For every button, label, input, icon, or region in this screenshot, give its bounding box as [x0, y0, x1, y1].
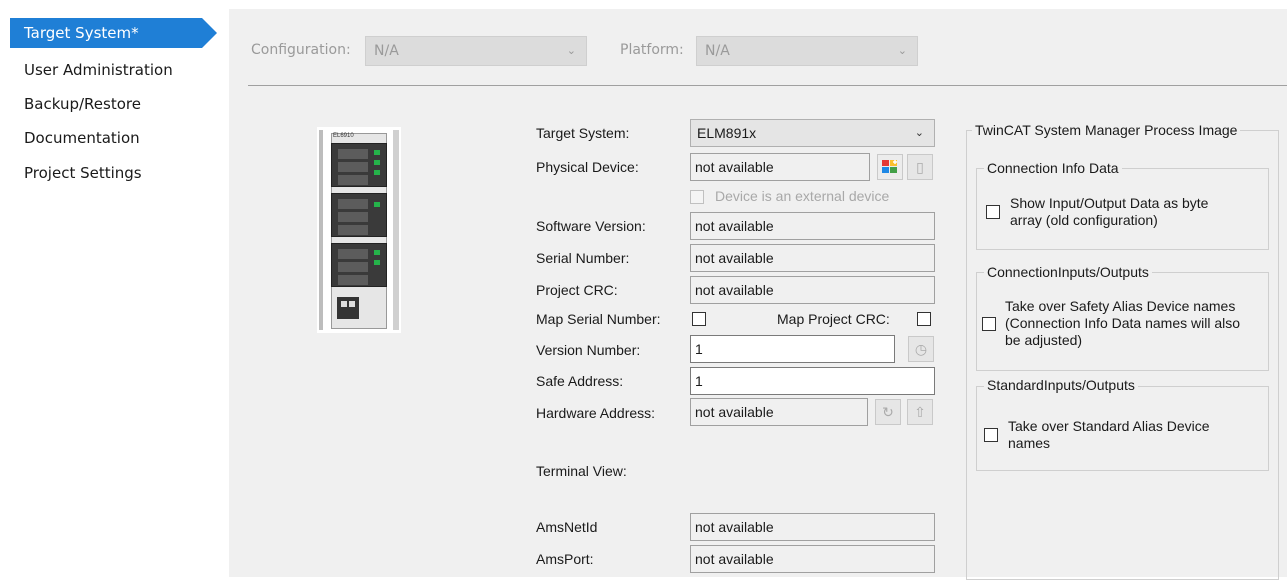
sidebar-item-label: Target System* [24, 24, 139, 42]
connector-slot [338, 149, 368, 159]
physical-device-field[interactable]: not available [690, 153, 870, 181]
sidebar-item-target-system[interactable]: Target System* [10, 18, 202, 48]
project-crc-label: Project CRC: [536, 282, 618, 298]
target-system-value: ELM891x [697, 125, 757, 141]
configuration-label: Configuration: [251, 42, 351, 58]
connector-slot [338, 162, 368, 172]
sidebar-item-documentation[interactable]: Documentation [10, 123, 140, 153]
project-crc-field[interactable]: not available [690, 276, 935, 304]
amsport-field[interactable]: not available [690, 545, 935, 573]
standard-alias-label-line1: Take over Standard Alias Device [1008, 418, 1210, 434]
sidebar-item-user-administration[interactable]: User Administration [10, 55, 173, 85]
terminal-view-label: Terminal View: [536, 463, 627, 479]
connection-io-title: ConnectionInputs/Outputs [984, 264, 1152, 280]
platform-dropdown[interactable]: N/A ⌄ [696, 36, 918, 66]
platform-label: Platform: [620, 42, 684, 58]
connector-slot [338, 275, 368, 285]
byte-array-label-line2: array (old configuration) [1010, 212, 1158, 228]
device-list-icon[interactable]: ▯ [907, 154, 933, 180]
terminal-connector [331, 193, 387, 237]
software-version-label: Software Version: [536, 218, 646, 234]
status-led [374, 260, 380, 265]
sidebar: Target System* User Administration Backu… [0, 0, 226, 577]
connector-slot [338, 225, 368, 235]
connector-slot [338, 199, 368, 209]
amsport-label: AmsPort: [536, 551, 594, 567]
clock-icon[interactable]: ◷ [908, 336, 934, 362]
configuration-dropdown[interactable]: N/A ⌄ [365, 36, 587, 66]
byte-array-checkbox[interactable] [986, 205, 1000, 219]
process-image-title: TwinCAT System Manager Process Image [972, 122, 1241, 138]
separator-line [248, 85, 1287, 86]
platform-value: N/A [705, 43, 730, 59]
version-number-field[interactable]: 1 [690, 335, 895, 363]
sidebar-item-label: Project Settings [24, 164, 142, 182]
safety-alias-checkbox[interactable] [982, 317, 996, 331]
active-arrow-indicator [202, 18, 217, 48]
terminal-rail [319, 130, 323, 330]
chevron-down-icon: ⌄ [566, 44, 576, 57]
dip-switch-knob [341, 301, 347, 307]
physical-device-label: Physical Device: [536, 159, 639, 175]
configuration-value: N/A [374, 43, 399, 59]
sidebar-item-label: Documentation [24, 129, 140, 147]
connector-slot [338, 175, 368, 185]
select-device-icon[interactable] [877, 154, 903, 180]
map-serial-number-label: Map Serial Number: [536, 311, 661, 327]
terminal-image: EL6910 [317, 127, 401, 333]
version-number-label: Version Number: [536, 342, 641, 358]
map-serial-number-checkbox[interactable] [692, 312, 706, 326]
status-led [374, 170, 380, 175]
connection-info-title: Connection Info Data [984, 160, 1122, 176]
safety-alias-label-line2: (Connection Info Data names will also [1005, 315, 1241, 331]
sidebar-item-label: User Administration [24, 61, 173, 79]
connector-slot [338, 262, 368, 272]
chevron-down-icon: ⌄ [914, 127, 924, 139]
status-led [374, 150, 380, 155]
hardware-address-label: Hardware Address: [536, 405, 656, 421]
map-project-crc-label: Map Project CRC: [777, 311, 890, 327]
sidebar-item-backup-restore[interactable]: Backup/Restore [10, 89, 141, 119]
safety-alias-label-line1: Take over Safety Alias Device names [1005, 298, 1236, 314]
safe-address-label: Safe Address: [536, 373, 624, 389]
connector-slot [338, 212, 368, 222]
connector-slot [338, 249, 368, 259]
amsnetid-label: AmsNetId [536, 519, 598, 535]
target-system-label: Target System: [536, 125, 630, 141]
status-led [374, 202, 380, 207]
standard-alias-checkbox[interactable] [984, 428, 998, 442]
map-project-crc-checkbox[interactable] [917, 312, 931, 326]
external-device-checkbox[interactable] [690, 190, 704, 204]
serial-number-label: Serial Number: [536, 250, 630, 266]
upload-arrow-icon[interactable]: ⇧ [907, 399, 933, 425]
hardware-address-field[interactable]: not available [690, 398, 868, 426]
sidebar-item-label: Backup/Restore [24, 95, 141, 113]
software-version-field[interactable]: not available [690, 212, 935, 240]
chevron-down-icon: ⌄ [897, 44, 907, 57]
main-panel: Configuration: N/A ⌄ Platform: N/A ⌄ EL6… [229, 9, 1287, 580]
amsnetid-field[interactable]: not available [690, 513, 935, 541]
terminal-connector [331, 243, 387, 287]
dip-switch-knob [349, 301, 355, 307]
status-led [374, 160, 380, 165]
safety-alias-label-line3: be adjusted) [1005, 332, 1083, 348]
serial-number-field[interactable]: not available [690, 244, 935, 272]
status-led [374, 250, 380, 255]
target-system-dropdown[interactable]: ELM891x ⌄ [690, 119, 935, 147]
refresh-icon[interactable]: ↻ [875, 399, 901, 425]
external-device-label: Device is an external device [715, 188, 890, 204]
terminal-connector [331, 143, 387, 187]
standard-io-title: StandardInputs/Outputs [984, 377, 1138, 393]
sidebar-item-project-settings[interactable]: Project Settings [10, 158, 142, 188]
safe-address-field[interactable]: 1 [690, 367, 935, 395]
standard-alias-label-line2: names [1008, 435, 1051, 451]
byte-array-label-line1: Show Input/Output Data as byte [1010, 195, 1209, 211]
terminal-label: EL6910 [333, 133, 354, 139]
terminal-rail [393, 130, 399, 330]
